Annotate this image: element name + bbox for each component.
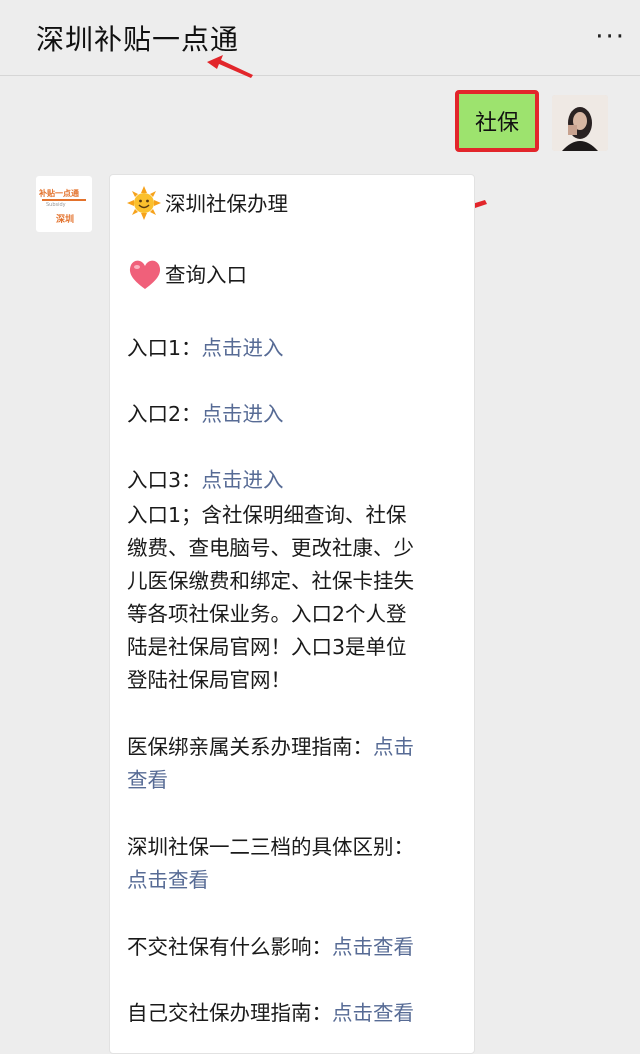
heart-icon bbox=[129, 260, 161, 289]
description-line: 等各项社保业务。入口2个人登 bbox=[127, 602, 407, 626]
description-line: 儿医保缴费和绑定、社保卡挂失 bbox=[127, 569, 414, 593]
guide-link[interactable]: 点击查看 bbox=[332, 935, 414, 959]
more-dots-icon[interactable]: ··· bbox=[595, 22, 626, 52]
description-line: 入口1；含社保明细查询、社保 bbox=[127, 503, 407, 527]
description-line: 陆是社保局官网！入口3是单位 bbox=[127, 635, 407, 659]
user-message-text: 社保 bbox=[474, 111, 519, 136]
guide-link[interactable]: 点击查看 bbox=[127, 868, 209, 892]
guide-row: 不交社保有什么影响：点击查看 bbox=[127, 931, 414, 964]
entry-link[interactable]: 点击进入 bbox=[202, 402, 284, 426]
entry-row: 入口1：点击进入 bbox=[127, 332, 284, 365]
user-avatar[interactable] bbox=[552, 95, 608, 151]
description-line: 登陆社保局官网！ bbox=[127, 668, 291, 692]
chat-title: 深圳补贴一点通 bbox=[36, 23, 240, 56]
guide-row: 自己交社保办理指南：点击查看 bbox=[127, 997, 414, 1030]
guide-row: 点击查看 bbox=[127, 864, 209, 897]
sun-icon bbox=[127, 186, 161, 220]
entry-link[interactable]: 点击进入 bbox=[202, 468, 284, 492]
guide-link[interactable]: 点击查看 bbox=[332, 1001, 414, 1025]
entry-label: 入口2： bbox=[127, 402, 202, 426]
description-line: 缴费、查电脑号、更改社康、少 bbox=[127, 536, 414, 560]
bot-avatar[interactable]: 补贴一点通 Subsidy 深圳 bbox=[36, 176, 92, 232]
entry-link[interactable]: 点击进入 bbox=[202, 336, 284, 360]
guide-link[interactable]: 点击 bbox=[373, 735, 414, 759]
guide-row: 查看 bbox=[127, 764, 168, 797]
entry-row: 入口2：点击进入 bbox=[127, 398, 284, 431]
entry-label: 入口3： bbox=[127, 468, 202, 492]
subheading-text: 查询入口 bbox=[165, 263, 247, 287]
subheading-line: 查询入口 bbox=[127, 259, 247, 293]
guide-text: 不交社保有什么影响： bbox=[127, 935, 332, 959]
entry-label: 入口1： bbox=[127, 336, 202, 360]
user-message-bubble: 社保 bbox=[455, 90, 539, 152]
guide-text: 深圳社保一二三档的具体区别： bbox=[127, 835, 414, 859]
guide-text: 自己交社保办理指南： bbox=[127, 1001, 332, 1025]
guide-link[interactable]: 查看 bbox=[127, 768, 168, 792]
guide-row: 医保绑亲属关系办理指南：点击 bbox=[127, 731, 414, 764]
top-bar: 深圳补贴一点通 ··· bbox=[0, 0, 640, 76]
guide-text: 医保绑亲属关系办理指南： bbox=[127, 735, 373, 759]
heading-text: 深圳社保办理 bbox=[165, 192, 288, 216]
heading-line: 深圳社保办理 bbox=[127, 186, 288, 222]
annotation-arrow-icon bbox=[207, 55, 253, 78]
guide-row: 深圳社保一二三档的具体区别： bbox=[127, 831, 414, 864]
entry-row: 入口3：点击进入 bbox=[127, 464, 284, 497]
